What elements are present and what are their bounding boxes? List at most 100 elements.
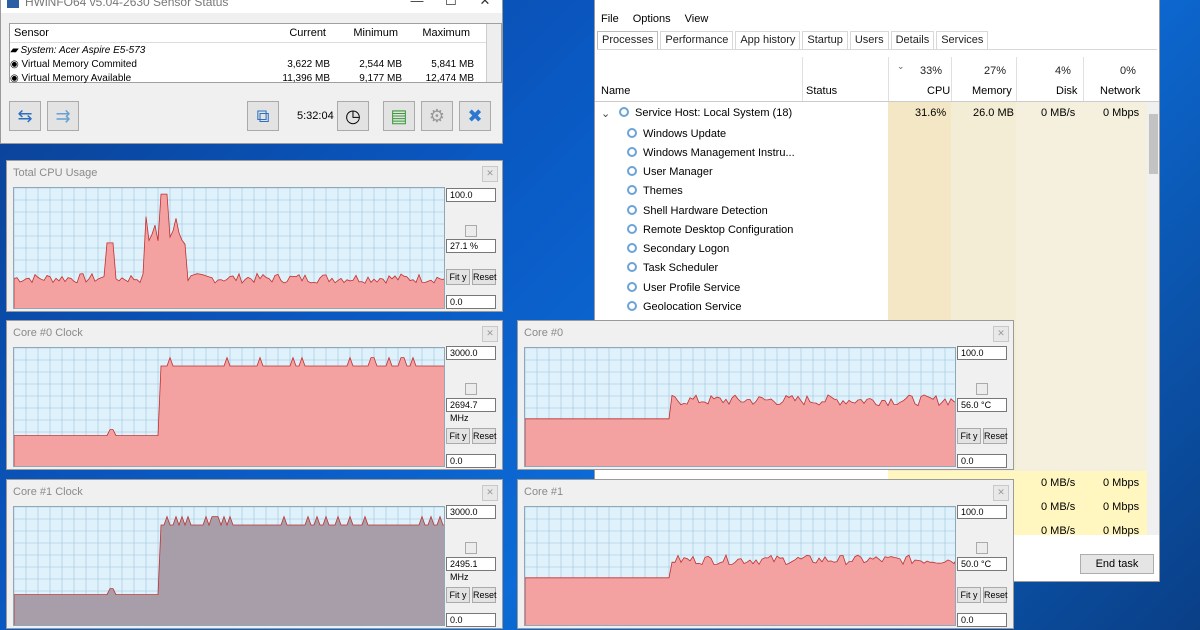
list-item[interactable]: Geolocation Service xyxy=(595,298,1147,317)
col-cpu[interactable]: CPU xyxy=(927,85,950,97)
list-item[interactable]: User Profile Service xyxy=(595,279,1147,298)
fit-y-button[interactable]: Fit y xyxy=(957,587,981,603)
scrollbar-thumb[interactable] xyxy=(1149,114,1158,174)
sort-chevron-icon: ⌄ xyxy=(897,61,905,71)
col-minimum[interactable]: Minimum xyxy=(330,27,402,39)
fit-y-button[interactable]: Fit y xyxy=(446,587,470,603)
list-item[interactable]: Windows Update xyxy=(595,125,1147,144)
graph-checkbox[interactable] xyxy=(465,225,477,237)
reset-button[interactable]: Reset xyxy=(983,428,1008,444)
fit-y-button[interactable]: Fit y xyxy=(446,269,470,285)
minimize-icon[interactable]: — xyxy=(400,0,434,13)
graph-plot xyxy=(13,347,445,467)
graph-min-value[interactable]: 0.0 xyxy=(446,454,496,468)
graph-max-value[interactable]: 3000.0 xyxy=(446,346,496,360)
graph-checkbox[interactable] xyxy=(465,383,477,395)
list-item[interactable]: Shell Hardware Detection xyxy=(595,202,1147,221)
graph-checkbox[interactable] xyxy=(465,542,477,554)
hwinfo-app-icon xyxy=(7,0,19,8)
sensor-icon: ◉ xyxy=(10,72,22,84)
close-icon[interactable]: ✕ xyxy=(482,485,498,501)
close-x-icon[interactable]: ✖ xyxy=(459,101,491,131)
graph-checkbox[interactable] xyxy=(976,542,988,554)
clock-icon[interactable]: ◷ xyxy=(337,101,369,131)
col-name[interactable]: Name xyxy=(601,85,630,97)
col-network[interactable]: Network xyxy=(1100,85,1140,97)
fit-y-button[interactable]: Fit y xyxy=(957,428,981,444)
tab-details[interactable]: Details xyxy=(890,31,935,49)
service-gear-icon xyxy=(627,205,637,215)
disk-percent: 4% xyxy=(1055,65,1071,77)
gear-icon[interactable]: ⚙ xyxy=(421,101,453,131)
reset-button[interactable]: Reset xyxy=(472,428,497,444)
list-item[interactable]: Secondary Logon xyxy=(595,240,1147,259)
graph-plot xyxy=(524,506,956,626)
graph-max-value[interactable]: 100.0 xyxy=(957,505,1007,519)
tab-startup[interactable]: Startup xyxy=(802,31,848,49)
col-current[interactable]: Current xyxy=(260,27,330,39)
log-file-icon[interactable]: ▤ xyxy=(383,101,415,131)
close-icon[interactable]: ✕ xyxy=(482,166,498,182)
tab-processes[interactable]: Processes xyxy=(597,31,659,49)
graph-min-value[interactable]: 0.0 xyxy=(446,295,496,309)
hwinfo-title: HWiNFO64 v5.04-2630 Sensor Status xyxy=(25,0,229,9)
collapse-arrows-icon[interactable]: ⇉ xyxy=(47,101,79,131)
network-icon[interactable]: ⧉ xyxy=(247,101,279,131)
table-row[interactable]: ▰ System: Acer Aspire E5-573 xyxy=(10,43,501,57)
reset-button[interactable]: Reset xyxy=(472,587,497,603)
tab-users[interactable]: Users xyxy=(849,31,889,49)
process-scrollbar[interactable] xyxy=(1147,102,1159,535)
menu-file[interactable]: File xyxy=(601,13,619,25)
fit-y-button[interactable]: Fit y xyxy=(446,428,470,444)
close-icon[interactable]: ✕ xyxy=(993,485,1009,501)
close-icon[interactable]: ✕ xyxy=(993,326,1009,342)
graph-plot xyxy=(13,506,445,626)
graph-checkbox[interactable] xyxy=(976,383,988,395)
graph-window-core0-clock: Core #0 Clock ✕ 3000.0 2694.7 MHz Fit y … xyxy=(6,320,503,470)
col-memory[interactable]: Memory xyxy=(972,85,1012,97)
expand-chevron-icon[interactable]: ⌄ xyxy=(601,107,610,120)
tab-bar: Processes Performance App history Startu… xyxy=(597,31,1157,50)
tab-services[interactable]: Services xyxy=(936,31,989,49)
graph-min-value[interactable]: 0.0 xyxy=(957,613,1007,627)
col-status[interactable]: Status xyxy=(806,85,837,97)
service-gear-icon xyxy=(627,185,637,195)
process-table-header: Name Status ⌄ 33% CPU 27% Memory 4% Disk… xyxy=(595,57,1159,102)
col-maximum[interactable]: Maximum xyxy=(402,27,474,39)
list-item[interactable]: Remote Desktop Configuration xyxy=(595,221,1147,240)
tab-performance[interactable]: Performance xyxy=(660,31,734,49)
service-gear-icon xyxy=(627,224,637,234)
process-group-row[interactable]: ⌄ Service Host: Local System (18) 31.6% … xyxy=(595,104,1147,123)
graph-max-value[interactable]: 100.0 xyxy=(446,188,496,202)
cpu-percent: 33% xyxy=(920,65,943,77)
graph-window-core1-temp: Core #1 ✕ 100.0 50.0 °C Fit y Reset 0.0 xyxy=(517,479,1014,629)
table-row[interactable]: ◉ Virtual Memory Available 11,396 MB 9,1… xyxy=(10,71,501,85)
maximize-icon[interactable]: ☐ xyxy=(434,0,468,13)
col-sensor[interactable]: Sensor xyxy=(10,27,260,39)
reset-button[interactable]: Reset xyxy=(983,587,1008,603)
col-disk[interactable]: Disk xyxy=(1056,85,1077,97)
close-icon[interactable]: ✕ xyxy=(468,0,502,13)
graph-max-value[interactable]: 3000.0 xyxy=(446,505,496,519)
menu-options[interactable]: Options xyxy=(633,13,671,25)
list-item[interactable]: Windows Management Instru... xyxy=(595,144,1147,163)
graph-min-value[interactable]: 0.0 xyxy=(446,613,496,627)
end-task-button[interactable]: End task xyxy=(1080,554,1154,574)
service-gear-icon xyxy=(627,128,637,138)
list-item[interactable]: User Manager xyxy=(595,163,1147,182)
list-item[interactable]: Task Scheduler xyxy=(595,259,1147,278)
close-icon[interactable]: ✕ xyxy=(482,326,498,342)
graph-title: Core #1 Clock xyxy=(13,486,83,498)
hwinfo-titlebar[interactable]: HWiNFO64 v5.04-2630 Sensor Status — ☐ ✕ xyxy=(1,0,502,13)
graph-max-value[interactable]: 100.0 xyxy=(957,346,1007,360)
graph-min-value[interactable]: 0.0 xyxy=(957,454,1007,468)
table-row[interactable]: ◉ Virtual Memory Commited 3,622 MB 2,544… xyxy=(10,57,501,71)
graph-window-total-cpu: Total CPU Usage ✕ 100.0 27.1 % Fit y Res… xyxy=(6,160,503,312)
service-host-icon xyxy=(619,107,629,117)
tab-app-history[interactable]: App history xyxy=(735,31,801,49)
menu-view[interactable]: View xyxy=(685,13,709,25)
expand-arrows-icon[interactable]: ⇆ xyxy=(9,101,41,131)
list-item[interactable]: Themes xyxy=(595,182,1147,201)
sensor-scrollbar[interactable] xyxy=(486,24,501,82)
reset-button[interactable]: Reset xyxy=(472,269,497,285)
